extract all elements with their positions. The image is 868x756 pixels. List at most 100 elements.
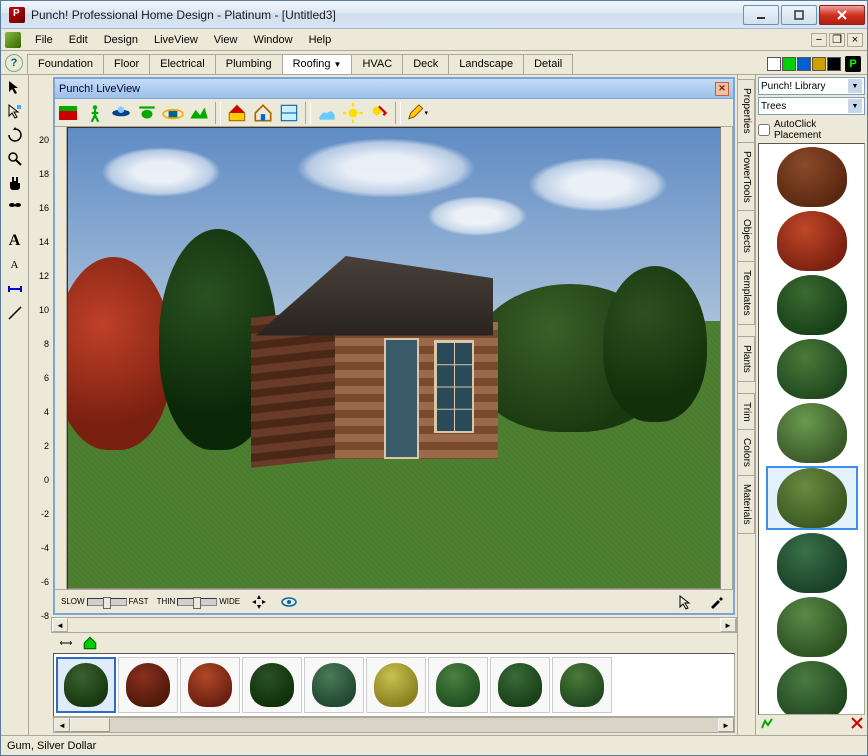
tab-deck[interactable]: Deck <box>402 54 449 74</box>
helicopter-mode-icon[interactable] <box>135 101 159 125</box>
menu-design[interactable]: Design <box>96 32 146 48</box>
rotate-tool[interactable] <box>4 125 26 145</box>
fov-slider[interactable]: THIN WIDE <box>157 597 241 606</box>
house-interior-icon[interactable] <box>251 101 275 125</box>
cursor-icon[interactable] <box>675 592 697 612</box>
window-titlebar: Punch! Professional Home Design - Platin… <box>1 1 867 29</box>
thumb-6[interactable] <box>366 657 426 713</box>
thumb-house-icon[interactable] <box>79 633 101 653</box>
pointer-tool[interactable] <box>4 77 26 97</box>
help-icon[interactable]: ? <box>5 54 23 72</box>
sun-toggle-icon[interactable] <box>341 101 365 125</box>
sky-toggle-icon[interactable] <box>315 101 339 125</box>
tree-broadleaf[interactable] <box>766 338 858 400</box>
text-large-tool[interactable]: A <box>4 231 26 251</box>
menu-view[interactable]: View <box>206 32 246 48</box>
thumb-7[interactable] <box>428 657 488 713</box>
autoclick-checkbox[interactable] <box>758 124 770 136</box>
fly-mode-icon[interactable] <box>109 101 133 125</box>
pan-tool[interactable] <box>4 173 26 193</box>
walkthrough-tool[interactable] <box>4 197 26 217</box>
tab-roofing[interactable]: Roofing▼ <box>282 54 353 74</box>
eyedropper-icon[interactable] <box>705 592 727 612</box>
terrain-mode-icon[interactable] <box>187 101 211 125</box>
tree-sapling[interactable] <box>766 402 858 464</box>
vtab-templates[interactable]: Templates <box>738 261 755 325</box>
eye-view-icon[interactable] <box>278 592 300 612</box>
vtab-properties[interactable]: Properties <box>738 79 755 143</box>
thumb-4[interactable] <box>242 657 302 713</box>
color-swatch[interactable] <box>782 57 796 71</box>
zoom-tool[interactable] <box>4 149 26 169</box>
liveview-toolbar: ▾ <box>55 99 733 127</box>
color-swatch[interactable] <box>797 57 811 71</box>
autoclick-label: AutoClick Placement <box>774 119 865 141</box>
close-button[interactable] <box>819 5 865 25</box>
menu-file[interactable]: File <box>27 32 61 48</box>
library-category-dropdown[interactable]: Trees▼ <box>758 97 865 115</box>
mdi-restore-button[interactable]: ❐ <box>829 33 845 47</box>
color-swatch[interactable] <box>812 57 826 71</box>
lib-delete-icon[interactable] <box>851 717 863 732</box>
tree-gum-silver[interactable] <box>766 466 858 530</box>
dimension-tool[interactable] <box>4 279 26 299</box>
vtab-materials[interactable]: Materials <box>738 475 755 534</box>
shadow-toggle-icon[interactable] <box>367 101 391 125</box>
library-source-dropdown[interactable]: Punch! Library▼ <box>758 77 865 95</box>
select-tool[interactable] <box>4 101 26 121</box>
thumb-5[interactable] <box>304 657 364 713</box>
liveview-close-button[interactable]: ✕ <box>715 82 729 96</box>
tree-palm-cluster[interactable] <box>766 274 858 336</box>
maximize-button[interactable] <box>781 5 817 25</box>
tree-red-maple[interactable] <box>766 210 858 272</box>
thumb-dimension-icon[interactable]: ⟷ <box>55 633 77 653</box>
tree-autumn-oak[interactable] <box>766 146 858 208</box>
mdi-close-button[interactable]: × <box>847 33 863 47</box>
tree-fan-palm[interactable] <box>766 532 858 594</box>
floor-plan-icon[interactable] <box>277 101 301 125</box>
house-exterior-icon[interactable] <box>225 101 249 125</box>
nav-arrows-icon[interactable] <box>248 592 270 612</box>
vtab-plants[interactable]: Plants <box>738 336 755 382</box>
tree-elm[interactable] <box>766 660 858 715</box>
thumb-9[interactable] <box>552 657 612 713</box>
menu-edit[interactable]: Edit <box>61 32 96 48</box>
flag-toggle-icon[interactable] <box>59 106 77 120</box>
line-tool[interactable] <box>4 303 26 323</box>
tab-hvac[interactable]: HVAC <box>351 54 403 74</box>
thumb-8[interactable] <box>490 657 550 713</box>
workspace-hscrollbar[interactable]: ◄► <box>51 617 737 633</box>
library-list[interactable] <box>758 143 865 715</box>
tab-electrical[interactable]: Electrical <box>149 54 216 74</box>
3d-viewport[interactable] <box>67 127 721 589</box>
liveview-titlebar: Punch! LiveView ✕ <box>55 79 733 99</box>
mdi-minimize-button[interactable]: − <box>811 33 827 47</box>
punch-logo-icon[interactable]: P <box>845 56 861 72</box>
vtab-powertools[interactable]: PowerTools <box>738 142 755 212</box>
color-swatch[interactable] <box>827 57 841 71</box>
pencil-icon[interactable]: ▾ <box>405 101 429 125</box>
orbit-mode-icon[interactable] <box>161 101 185 125</box>
minimize-button[interactable] <box>743 5 779 25</box>
menu-liveview[interactable]: LiveView <box>146 32 206 48</box>
tab-landscape[interactable]: Landscape <box>448 54 524 74</box>
thumb-1[interactable] <box>56 657 116 713</box>
color-swatch[interactable] <box>767 57 781 71</box>
menu-help[interactable]: Help <box>301 32 340 48</box>
text-small-tool[interactable]: A <box>4 255 26 275</box>
tree-willow[interactable] <box>766 596 858 658</box>
walk-mode-icon[interactable] <box>83 101 107 125</box>
thumb-3[interactable] <box>180 657 240 713</box>
menu-window[interactable]: Window <box>245 32 300 48</box>
lib-prev-icon[interactable] <box>760 716 774 733</box>
tab-detail[interactable]: Detail <box>523 54 573 74</box>
vtab-trim[interactable]: Trim <box>738 393 755 431</box>
tab-plumbing[interactable]: Plumbing <box>215 54 283 74</box>
thumbnail-hscrollbar[interactable]: ◄► <box>53 717 735 733</box>
tab-floor[interactable]: Floor <box>103 54 150 74</box>
tab-foundation[interactable]: Foundation <box>27 54 104 74</box>
vtab-objects[interactable]: Objects <box>738 210 755 262</box>
vtab-colors[interactable]: Colors <box>738 429 755 476</box>
thumb-2[interactable] <box>118 657 178 713</box>
speed-slider[interactable]: SLOW FAST <box>61 597 149 606</box>
